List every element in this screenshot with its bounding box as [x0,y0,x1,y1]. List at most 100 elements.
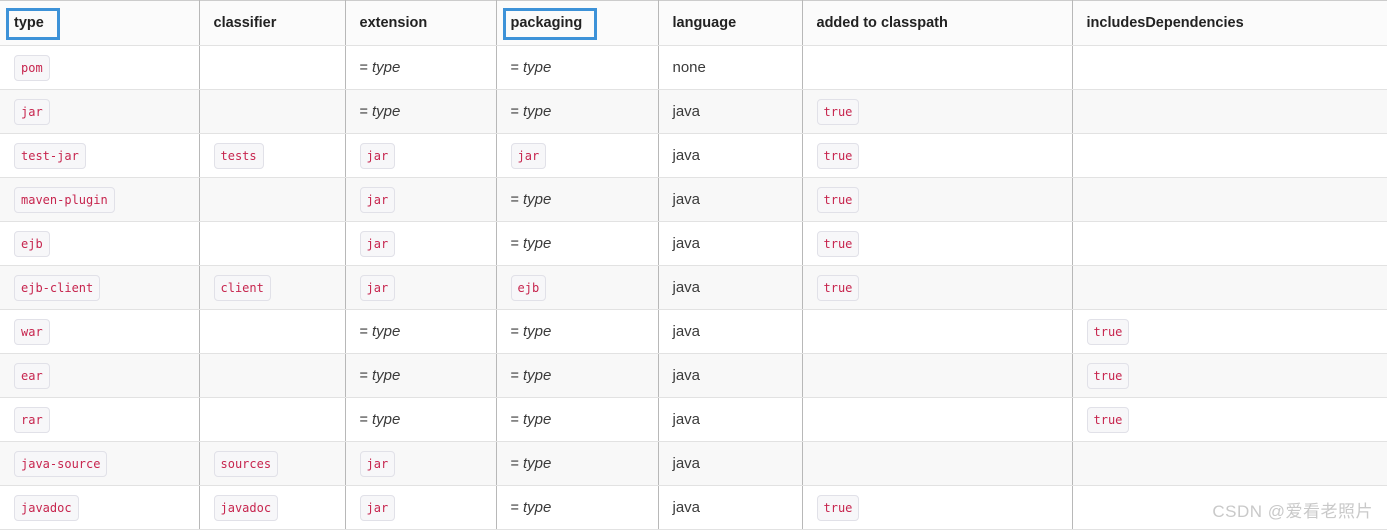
column-header-language[interactable]: language [658,0,803,46]
code-badge: tests [213,142,264,169]
code-badge: jar [14,98,50,125]
cell-extension: = type [345,89,497,134]
cell-extension: jar [345,221,497,266]
equals-sign: = [510,192,523,208]
equals-type-value: = type [510,191,552,208]
cell-classifier [199,397,346,442]
cell-type: ejb-client [0,265,200,310]
equals-sign: = [510,456,523,472]
cell-extension: = type [345,353,497,398]
equals-reference-word: type [523,367,552,384]
code-badge: true [1086,362,1130,389]
cell-classifier [199,45,346,90]
cell-type: javadoc [0,485,200,530]
cell-packaging: jar [496,133,659,178]
cell-extension: = type [345,397,497,442]
table-row: ejb jar = type java true [0,221,1387,266]
equals-type-value: = type [511,103,552,120]
table-row: pom = type = type none [0,45,1387,90]
code-badge: maven-plugin [14,186,115,213]
cell-type: ear [0,353,200,398]
code-badge: jar [359,186,396,213]
cell-includes_dependencies: true [1072,353,1387,398]
code-badge: ejb-client [14,274,101,301]
code-badge: true [1086,406,1130,433]
table-row: java-source sources jar = type java [0,441,1387,486]
cell-includes_dependencies [1072,89,1387,134]
cell-includes_dependencies: true [1072,397,1387,442]
cell-added_to_classpath [802,353,1073,398]
column-header-type[interactable]: type [0,0,200,46]
code-badge: java-source [14,450,108,477]
cell-language: java [658,441,803,486]
equals-type-value: = type [510,323,552,340]
table-row: war = type = type java true [0,309,1387,354]
equals-sign: = [359,412,372,428]
equals-sign: = [510,412,523,428]
code-badge: true [816,274,860,301]
column-header-packaging[interactable]: packaging [496,0,659,46]
equals-type-value: = type [360,59,401,76]
cell-packaging: = type [496,45,659,90]
cell-classifier: javadoc [199,485,346,530]
code-badge: ejb [14,230,50,257]
cell-extension: jar [345,265,497,310]
maven-artifact-types-table-container: type classifier extension packaging lang… [0,0,1387,530]
column-header-includes-dependencies[interactable]: includesDependencies [1072,0,1387,46]
cell-added_to_classpath: true [802,221,1073,266]
column-header-added-to-classpath[interactable]: added to classpath [802,0,1073,46]
equals-sign: = [359,368,372,384]
cell-extension: jar [345,485,497,530]
cell-packaging: = type [496,353,659,398]
equals-type-value: = type [511,367,552,384]
cell-extension: = type [345,45,497,90]
code-badge: jar [359,142,396,169]
code-badge: true [816,142,860,169]
code-badge: javadoc [14,494,79,521]
equals-type-value: = type [359,411,401,428]
cell-language: java [658,485,803,530]
cell-classifier [199,221,346,266]
equals-reference-word: type [372,323,401,340]
plain-value: java [672,499,701,516]
cell-type: test-jar [0,133,200,178]
equals-type-value: = type [359,367,401,384]
cell-added_to_classpath [802,45,1073,90]
plain-value: none [672,59,706,76]
plain-value: java [672,411,701,428]
plain-value: java [672,323,701,340]
cell-language: java [658,89,803,134]
cell-packaging: ejb [496,265,659,310]
cell-packaging: = type [496,309,659,354]
code-badge: jar [359,230,396,257]
equals-reference-word: type [523,235,552,252]
code-badge: true [816,494,860,521]
plain-value: java [672,191,701,208]
code-badge: ejb [510,274,547,301]
plain-value: java [672,235,701,252]
equals-sign: = [510,236,523,252]
table-row: test-jar tests jar jar java true [0,133,1387,178]
cell-added_to_classpath: true [802,265,1073,310]
code-badge: jar [359,274,396,301]
equals-type-value: = type [511,59,552,76]
cell-includes_dependencies: true [1072,309,1387,354]
equals-reference-word: type [372,59,401,76]
equals-sign: = [510,324,523,340]
table-row: ear = type = type java true [0,353,1387,398]
cell-packaging: = type [496,441,659,486]
code-badge: javadoc [213,494,279,521]
code-badge: true [1086,318,1130,345]
cell-language: java [658,397,803,442]
cell-added_to_classpath: true [802,133,1073,178]
column-header-classifier[interactable]: classifier [199,0,346,46]
cell-includes_dependencies [1072,441,1387,486]
column-header-extension[interactable]: extension [345,0,497,46]
equals-reference-word: type [523,191,552,208]
cell-type: ejb [0,221,200,266]
cell-classifier: client [199,265,346,310]
table-header-row: type classifier extension packaging lang… [0,0,1387,46]
cell-language: java [658,221,803,266]
cell-includes_dependencies [1072,133,1387,178]
cell-includes_dependencies [1072,177,1387,222]
